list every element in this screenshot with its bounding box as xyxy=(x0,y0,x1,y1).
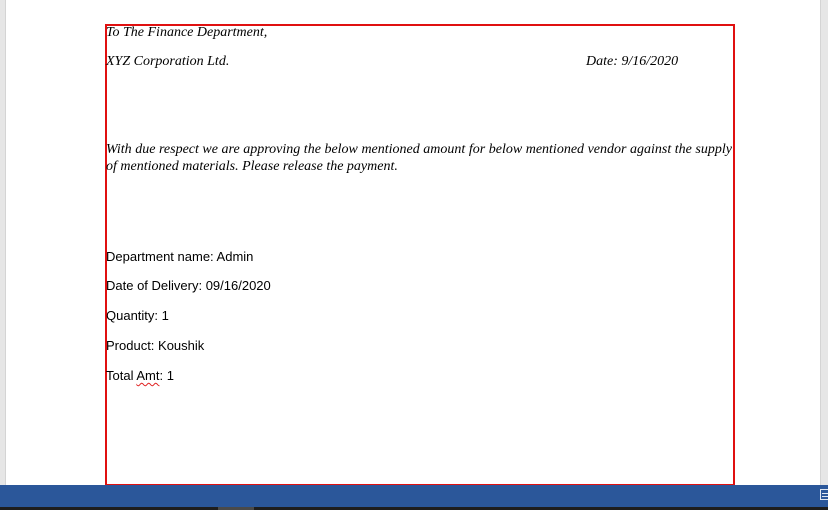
department-field: Department name: Admin xyxy=(106,249,254,264)
delivery-date-field: Date of Delivery: 09/16/2020 xyxy=(106,278,271,293)
company-name: XYZ Corporation Ltd. xyxy=(106,54,230,69)
total-prefix: Total xyxy=(106,368,137,383)
total-amount-field: Total Amt: 1 xyxy=(106,368,174,383)
total-suffix: : 1 xyxy=(159,368,174,383)
salutation-line: To The Finance Department, xyxy=(106,25,268,40)
document-page[interactable]: To The Finance Department, XYZ Corporati… xyxy=(5,0,821,486)
status-bar xyxy=(0,485,828,507)
spellcheck-word[interactable]: Amt xyxy=(136,368,159,383)
product-field: Product: Koushik xyxy=(106,338,205,353)
letter-date: Date: 9/16/2020 xyxy=(586,54,679,69)
document-workspace: To The Finance Department, XYZ Corporati… xyxy=(0,0,828,486)
quantity-field: Quantity: 1 xyxy=(106,308,169,323)
body-paragraph: With due respect we are approving the be… xyxy=(106,142,732,174)
view-layout-icon[interactable] xyxy=(820,489,828,500)
